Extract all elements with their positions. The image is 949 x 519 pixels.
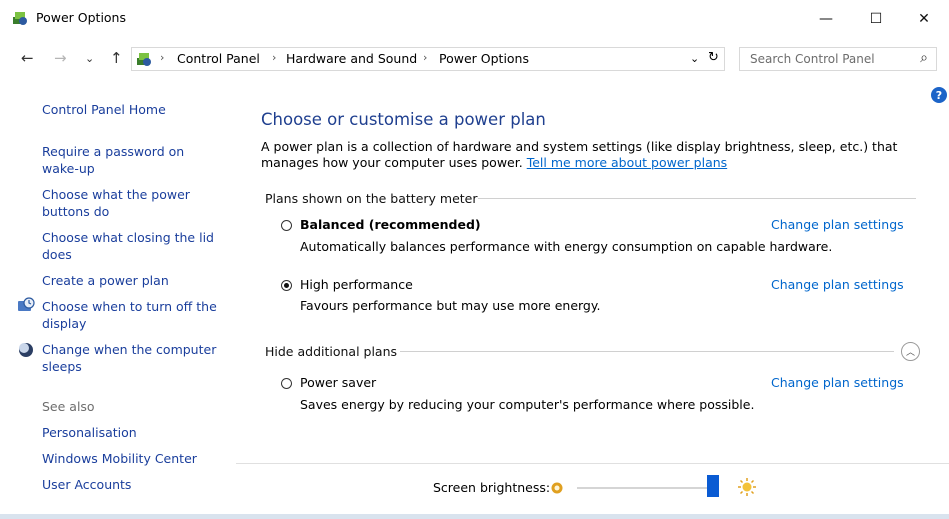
plan-name-power-saver[interactable]: Power saver [300, 375, 376, 390]
search-box[interactable]: ⌕ [739, 47, 937, 71]
window-title: Power Options [36, 10, 126, 25]
plan-name-balanced[interactable]: Balanced (recommended) [300, 217, 481, 232]
breadcrumb-hardware-and-sound[interactable]: Hardware and Sound [286, 51, 417, 66]
plan-name-high-performance[interactable]: High performance [300, 277, 413, 292]
breadcrumb-control-panel[interactable]: Control Panel [177, 51, 260, 66]
radio-balanced[interactable] [281, 220, 292, 231]
intro-text: A power plan is a collection of hardware… [261, 139, 898, 170]
section-divider [400, 351, 894, 352]
sidebar-control-panel-home[interactable]: Control Panel Home [42, 101, 166, 118]
section-battery-meter: Plans shown on the battery meter [265, 191, 478, 206]
minimize-button[interactable]: — [803, 0, 849, 38]
display-timer-icon [18, 297, 35, 311]
change-plan-settings-high-performance[interactable]: Change plan settings [771, 277, 904, 292]
section-divider [478, 198, 916, 199]
change-plan-settings-balanced[interactable]: Change plan settings [771, 217, 904, 232]
page-title: Choose or customise a power plan [261, 110, 546, 129]
brightness-high-icon [738, 478, 756, 496]
breadcrumb-separator: › [272, 51, 277, 64]
see-also-label: See also [42, 399, 95, 414]
control-panel-icon [137, 53, 151, 66]
radio-high-performance[interactable] [281, 280, 292, 291]
refresh-icon[interactable]: ↻ [708, 50, 719, 65]
forward-arrow-icon[interactable]: → [54, 49, 67, 67]
sidebar-item-computer-sleeps[interactable]: Change when the computer sleeps [42, 341, 222, 375]
close-button[interactable]: ✕ [901, 0, 947, 38]
breadcrumb-separator: › [423, 51, 428, 64]
window-bottom-edge [0, 514, 949, 519]
recent-locations-icon[interactable]: ⌄ [85, 52, 94, 65]
search-icon[interactable]: ⌕ [920, 50, 928, 66]
maximize-button[interactable]: ☐ [853, 0, 899, 38]
plan-desc-high-performance: Favours performance but may use more ene… [300, 298, 601, 313]
sidebar-item-closing-lid[interactable]: Choose what closing the lid does [42, 229, 217, 263]
screen-brightness-label: Screen brightness: [433, 480, 551, 495]
bottom-divider [236, 463, 949, 464]
collapse-chevron-icon[interactable]: ︿ [901, 342, 920, 361]
see-also-personalisation[interactable]: Personalisation [42, 424, 137, 441]
brightness-low-icon [551, 482, 563, 494]
sleep-moon-icon [19, 343, 33, 357]
sidebar-item-turn-off-display[interactable]: Choose when to turn off the display [42, 298, 222, 332]
power-options-icon [13, 12, 27, 25]
brightness-slider-track[interactable] [577, 487, 717, 489]
plan-desc-balanced: Automatically balances performance with … [300, 239, 833, 254]
brightness-slider-thumb[interactable] [706, 475, 719, 497]
change-plan-settings-power-saver[interactable]: Change plan settings [771, 375, 904, 390]
breadcrumb-separator: › [160, 51, 165, 64]
sidebar-item-power-buttons[interactable]: Choose what the power buttons do [42, 186, 207, 220]
address-dropdown-icon[interactable]: ⌄ [690, 52, 699, 65]
radio-power-saver[interactable] [281, 378, 292, 389]
see-also-mobility-center[interactable]: Windows Mobility Center [42, 450, 197, 467]
plan-desc-power-saver: Saves energy by reducing your computer's… [300, 397, 755, 412]
tell-me-more-link[interactable]: Tell me more about power plans [527, 155, 727, 170]
up-arrow-icon[interactable]: ↑ [110, 49, 123, 67]
breadcrumb-power-options[interactable]: Power Options [439, 51, 529, 66]
search-input[interactable] [748, 51, 902, 67]
hide-additional-plans[interactable]: Hide additional plans [265, 344, 397, 359]
see-also-user-accounts[interactable]: User Accounts [42, 476, 131, 493]
sidebar-item-create-plan[interactable]: Create a power plan [42, 272, 169, 289]
sidebar-item-require-password[interactable]: Require a password on wake-up [42, 143, 207, 177]
back-arrow-icon[interactable]: ← [21, 49, 34, 67]
help-icon[interactable]: ? [931, 87, 947, 103]
